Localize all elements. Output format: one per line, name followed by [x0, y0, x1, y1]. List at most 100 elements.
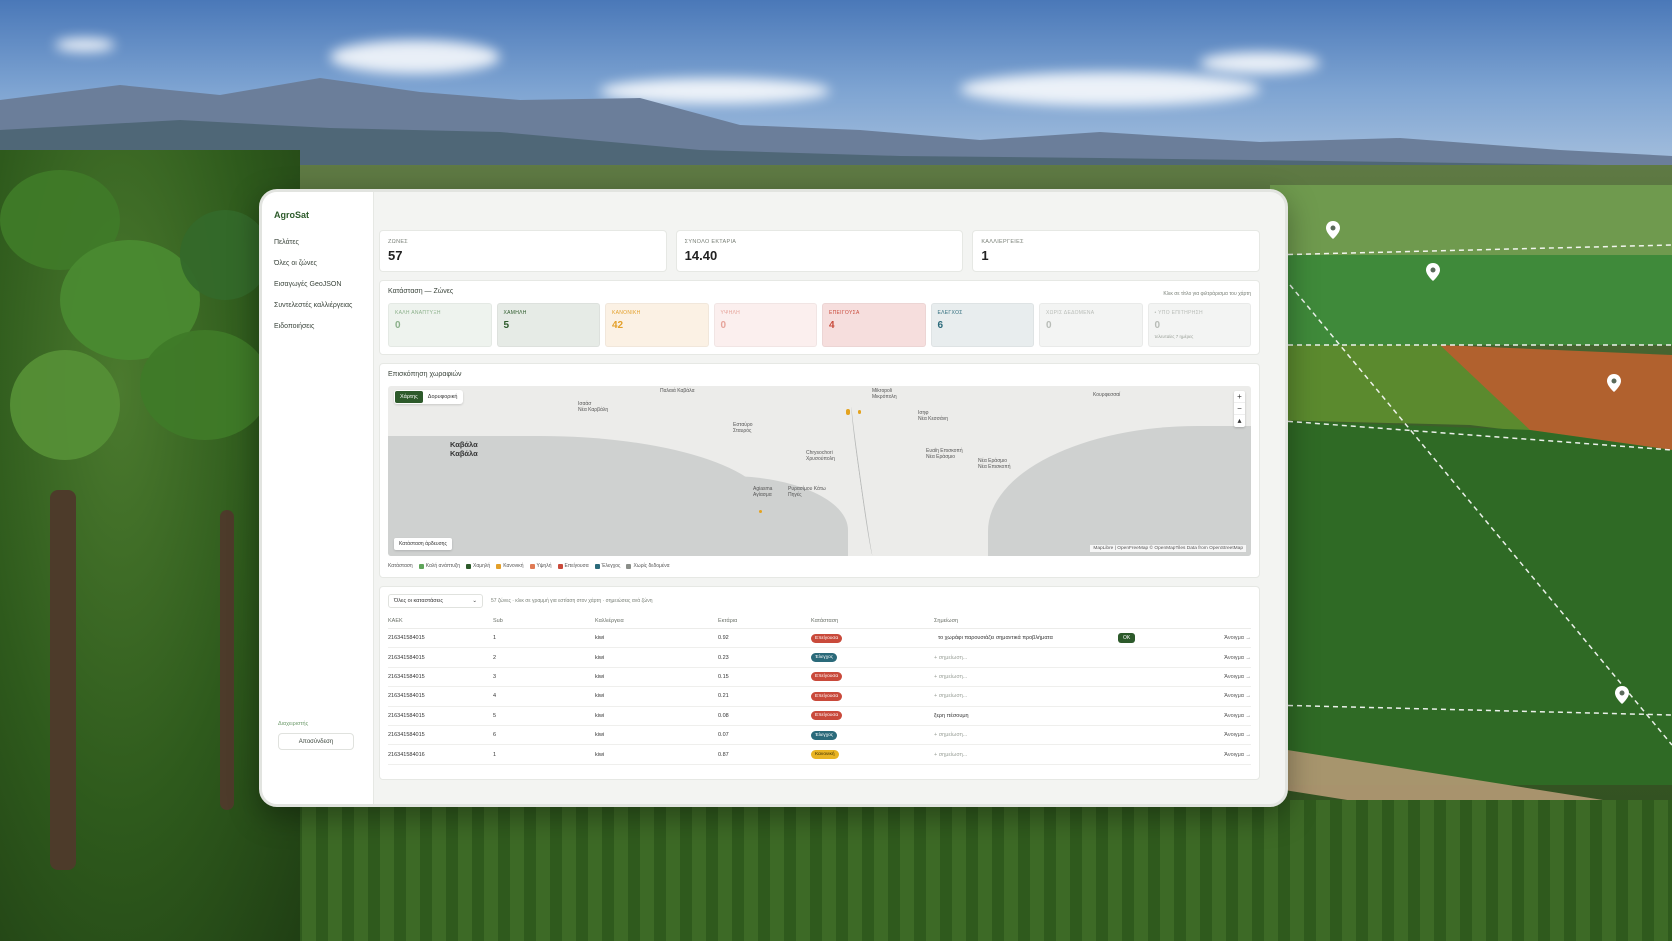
cell-crop: kiwi [595, 706, 718, 726]
cell-hectares: 0.21 [718, 686, 811, 707]
legend-item[interactable]: Χαμηλή [466, 563, 490, 569]
sidebar-item-notifications[interactable]: Ειδοποιήσεις [274, 322, 361, 331]
col-status[interactable]: Κατάσταση [811, 614, 934, 629]
col-crop[interactable]: Καλλιέργεια [595, 614, 718, 629]
note-text[interactable]: ξερη πέσουμη [934, 713, 969, 719]
status-filter-select[interactable]: Όλες οι καταστάσεις ⌄ [388, 594, 483, 608]
stat-value: 14.40 [684, 248, 718, 263]
cell-note: + σημείωση... [934, 686, 1191, 707]
status-card[interactable]: ΧΩΡΙΣ ΔΕΔΟΜΕΝΑ 0 [1039, 303, 1143, 347]
table-row[interactable]: 216341584015 6 kiwi 0.07 Έλεγχος + σημείωση..… [388, 725, 1251, 746]
cell-status: Έλεγχος [811, 647, 934, 668]
open-link[interactable]: Άνοιγμα → [1191, 744, 1251, 765]
table-row[interactable]: 216341584015 1 kiwi 0.92 Επείγουσα το χωράφι … [388, 628, 1251, 649]
map-pin-icon [1426, 263, 1440, 281]
open-link[interactable]: Άνοιγμα → [1191, 725, 1251, 746]
legend-item[interactable]: Επείγουσα [557, 563, 589, 569]
brand-logo: AgroSat [274, 210, 310, 220]
sidebar-item-geojson-imports[interactable]: Εισαγωγές GeoJSON [274, 280, 361, 289]
table-row[interactable]: 216341584015 3 kiwi 0.15 Επείγουσα + σημείωση… [388, 667, 1251, 688]
map-view[interactable]: Χάρτης Δορυφορική Καβάλα Καβάλα Ισαάσ Νέ… [388, 386, 1251, 556]
open-link[interactable]: Άνοιγμα → [1191, 628, 1251, 649]
toggle-map[interactable]: Χάρτης [395, 391, 423, 403]
table-row[interactable]: 216341584016 1 kiwi 0.87 Κανονική + σημείωση.… [388, 744, 1251, 765]
legend-item[interactable]: Υψηλή [529, 563, 552, 569]
legend-swatch [466, 563, 472, 569]
status-card[interactable]: ΚΑΛΗ ΑΝΑΠΤΥΞΗ 0 [388, 303, 492, 347]
table-row[interactable]: 216341584015 5 kiwi 0.08 Επείγουσα ξερη πέσου… [388, 706, 1251, 726]
open-link[interactable]: Άνοιγμα → [1191, 667, 1251, 688]
col-sub[interactable]: Sub [493, 614, 595, 629]
legend-item[interactable]: Καλή ανάπτυξη [418, 563, 460, 569]
col-hectares[interactable]: Εκτάρια [718, 614, 811, 629]
status-card[interactable]: ΚΑΝΟΝΙΚΗ 42 [605, 303, 709, 347]
add-note-link[interactable]: + σημείωση... [934, 693, 967, 699]
status-card[interactable]: • ΥΠΟ ΕΠΙΤΗΡΗΣΗ 0 τελευταίες 7 ημέρες [1147, 303, 1251, 347]
river [849, 406, 875, 556]
add-note-link[interactable]: + σημείωση... [934, 752, 967, 758]
cell-hectares: 0.08 [718, 706, 811, 726]
table-row[interactable]: 216341584015 4 kiwi 0.21 Επείγουσα + σημείωση… [388, 686, 1251, 707]
map-attribution[interactable]: MapLibre | OpenFreeMap © OpenMapTiles Da… [1090, 545, 1246, 552]
field-marker[interactable] [846, 409, 850, 415]
zoom-out-icon[interactable]: − [1234, 403, 1245, 415]
cell-kaek: 216341584015 [388, 706, 493, 726]
map-label-agiasma: Agiasma Αγίασμα [753, 486, 773, 498]
note-input[interactable]: το χωράφι παρουσιάζει σημαντικά προβλήμα… [934, 633, 1118, 643]
sea-area [988, 426, 1251, 556]
map-label-kerami: Νέα Εράσμιο Νέα Επισκοπή [978, 458, 1011, 470]
sidebar-item-clients[interactable]: Πελάτες [274, 238, 361, 247]
status-card[interactable]: ΧΑΜΗΛΗ 5 [496, 303, 600, 347]
cell-crop: kiwi [595, 744, 718, 765]
map-pin-icon [1615, 686, 1629, 704]
field-marker[interactable] [858, 410, 861, 414]
legend-label: Χαμηλή [473, 563, 491, 569]
zoom-in-icon[interactable]: + [1234, 391, 1245, 403]
legend-item[interactable]: Κανονική [496, 563, 524, 569]
sidebar-item-all-zones[interactable]: Όλες οι ζώνες [274, 259, 361, 268]
stat-card-zones: ΖΩΝΕΣ 57 [379, 230, 667, 272]
stat-label: ΚΑΛΛΙΕΡΓΕΙΕΣ [981, 239, 1024, 245]
map-label-kavala: Καβάλα Καβάλα [450, 440, 478, 458]
status-card-value: 0 [395, 320, 401, 331]
cell-crop: kiwi [595, 628, 718, 649]
add-note-link[interactable]: + σημείωση... [934, 732, 967, 738]
cell-status: Έλεγχος [811, 725, 934, 746]
status-card[interactable]: ΕΠΕΙΓΟΥΣΑ 4 [822, 303, 926, 347]
status-panel-title: Κατάσταση — Ζώνες [388, 288, 454, 295]
legend-swatch [529, 563, 535, 569]
map-label-pigi: Ρυρασίμου Κάτω Πηγές [788, 486, 826, 498]
stat-label: ΣΥΝΟΛΟ ΕΚΤΑΡΙΑ [684, 239, 737, 245]
stat-label: ΖΩΝΕΣ [388, 239, 409, 245]
table-hint: 57 ζώνες · κλικ σε γραμμή για εστίαση στ… [491, 598, 653, 604]
add-note-link[interactable]: + σημείωση... [934, 674, 967, 680]
logout-button[interactable]: Αποσύνδεση [278, 733, 354, 750]
legend-item[interactable]: Χωρίς δεδομένα [626, 563, 670, 569]
irrigation-state-button[interactable]: Κατάσταση άρδευσης [394, 538, 452, 550]
admin-link[interactable]: Διαχειριστής [278, 721, 358, 727]
col-kaek[interactable]: ΚΑΕΚ [388, 614, 493, 629]
open-link[interactable]: Άνοιγμα → [1191, 647, 1251, 668]
col-note[interactable]: Σημείωση [934, 614, 1191, 629]
cell-status: Επείγουσα [811, 706, 934, 726]
legend-item[interactable]: Έλεγχος [594, 563, 620, 569]
field-marker[interactable] [759, 510, 762, 513]
status-card[interactable]: ΕΛΕΓΧΟΣ 6 [930, 303, 1034, 347]
open-link[interactable]: Άνοιγμα → [1191, 706, 1251, 726]
add-note-link[interactable]: + σημείωση... [934, 655, 967, 661]
sidebar-item-crop-coefficients[interactable]: Συντελεστές καλλιέργειας [274, 301, 361, 310]
table-row[interactable]: 216341584015 2 kiwi 0.23 Έλεγχος + σημείωση..… [388, 647, 1251, 668]
note-ok-button[interactable]: OK [1118, 633, 1136, 644]
toggle-satellite[interactable]: Δορυφορική [423, 391, 463, 403]
status-badge: Κανονική [811, 750, 839, 760]
status-card[interactable]: ΥΨΗΛΗ 0 [713, 303, 817, 347]
status-badge: Επείγουσα [811, 711, 843, 721]
map-label-mikropoli: Mikropoli Μικρόπολη [872, 388, 897, 400]
sidebar: AgroSat Πελάτες Όλες οι ζώνες Εισαγωγές … [262, 192, 374, 804]
status-badge: Επείγουσα [811, 633, 843, 643]
legend-label: Χωρίς δεδομένα [633, 563, 670, 569]
compass-icon[interactable]: ▴ [1234, 415, 1245, 427]
legend-label: Κανονική [503, 563, 524, 569]
status-card-label: ΕΠΕΙΓΟΥΣΑ [829, 310, 860, 316]
open-link[interactable]: Άνοιγμα → [1191, 686, 1251, 707]
